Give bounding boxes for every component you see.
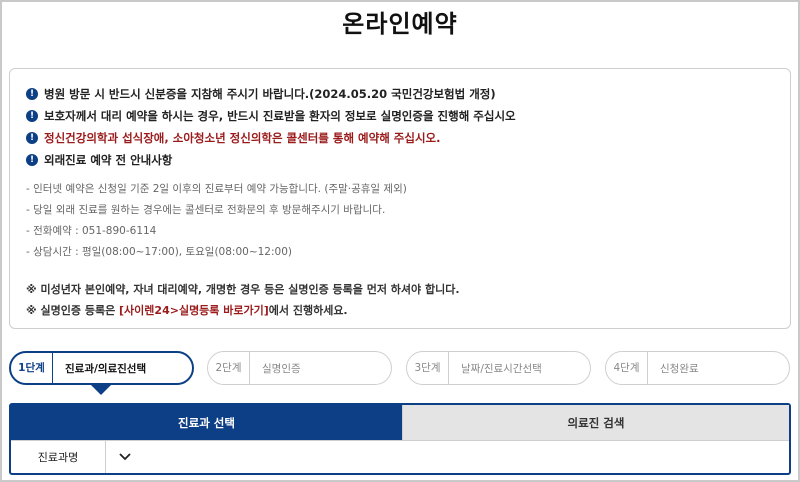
alert-line: ! 병원 방문 시 반드시 신분증을 지참해 주시기 바랍니다.(2024.05…	[26, 83, 790, 105]
step-2: 2단계 실명인증	[207, 351, 392, 385]
step-number: 4단계	[606, 352, 648, 384]
exclamation-icon: !	[26, 88, 38, 100]
real-name-registration-link[interactable]: [사이렌24>실명등록 바로가기]	[119, 304, 269, 317]
alert-line: ! 보호자께서 대리 예약을 하시는 경우, 반드시 진료받을 환자의 정보로 …	[26, 105, 790, 127]
active-step-pointer-icon	[90, 384, 112, 395]
alert-text: 병원 방문 시 반드시 신분증을 지참해 주시기 바랍니다.(2024.05.2…	[44, 87, 496, 101]
info-list: - 인터넷 예약은 신청일 기준 2일 이후의 진료부터 예약 가능합니다. (…	[26, 179, 790, 263]
step-label: 진료과/의료진선택	[65, 362, 147, 375]
step-label: 날짜/진료시간선택	[461, 362, 542, 375]
exclamation-icon: !	[26, 110, 38, 122]
step-4: 4단계 신청완료	[605, 351, 790, 385]
chevron-down-icon	[119, 453, 131, 461]
info-line: - 인터넷 예약은 신청일 기준 2일 이후의 진료부터 예약 가능합니다. (…	[26, 183, 407, 195]
tab-doctor-search[interactable]: 의료진 검색	[402, 405, 789, 440]
department-label: 진료과명	[11, 441, 106, 473]
step-label: 신청완료	[660, 362, 699, 375]
step-number: 1단계	[11, 353, 53, 383]
exclamation-icon: !	[26, 154, 38, 166]
alert-text: 정신건강의학과 섭식장애, 소아청소년 정신의학은 콜센터를 통해 예약해 주십…	[44, 131, 441, 145]
alert-text: 보호자께서 대리 예약을 하시는 경우, 반드시 진료받을 환자의 정보로 실명…	[44, 109, 516, 123]
alert-text: 외래진료 예약 전 안내사항	[44, 153, 173, 167]
alert-line: ! 정신건강의학과 섭식장애, 소아청소년 정신의학은 콜센터를 통해 예약해 …	[26, 127, 790, 149]
step-number: 2단계	[208, 352, 250, 384]
step-label: 실명인증	[262, 362, 301, 375]
note-line: ※ 미성년자 본인예약, 자녀 대리예약, 개명한 경우 등은 실명인증 등록을…	[26, 283, 460, 296]
notice-box: ! 병원 방문 시 반드시 신분증을 지참해 주시기 바랍니다.(2024.05…	[9, 68, 791, 329]
alert-line: ! 외래진료 예약 전 안내사항	[26, 149, 790, 171]
note-suffix: 에서 진행하세요.	[268, 304, 348, 317]
note-line: ※ 실명인증 등록은 [사이렌24>실명등록 바로가기]에서 진행하세요.	[26, 300, 790, 321]
info-line: - 전화예약 : 051-890-6114	[26, 225, 157, 237]
department-filter-row: 진료과명	[11, 440, 789, 473]
exclamation-icon: !	[26, 132, 38, 144]
selection-panel: 진료과 선택 의료진 검색 진료과명	[9, 403, 791, 475]
page-title: 온라인예약	[342, 10, 458, 38]
step-number: 3단계	[407, 352, 449, 384]
department-dropdown[interactable]	[118, 450, 132, 464]
step-indicator: 1단계 진료과/의료진선택 2단계 실명인증 3단계 날짜/진료시간선택 4단계…	[9, 351, 791, 385]
step-3: 3단계 날짜/진료시간선택	[406, 351, 591, 385]
tab-department-select[interactable]: 진료과 선택	[11, 405, 402, 440]
info-line: - 상담시간 : 평일(08:00~17:00), 토요일(08:00~12:0…	[26, 246, 292, 258]
note-prefix: ※ 실명인증 등록은	[26, 304, 120, 317]
info-line: - 당일 외래 진료를 원하는 경우에는 콜센터로 전화문의 후 방문해주시기 …	[26, 204, 386, 216]
step-1: 1단계 진료과/의료진선택	[9, 351, 194, 385]
notes: ※ 미성년자 본인예약, 자녀 대리예약, 개명한 경우 등은 실명인증 등록을…	[26, 279, 790, 321]
